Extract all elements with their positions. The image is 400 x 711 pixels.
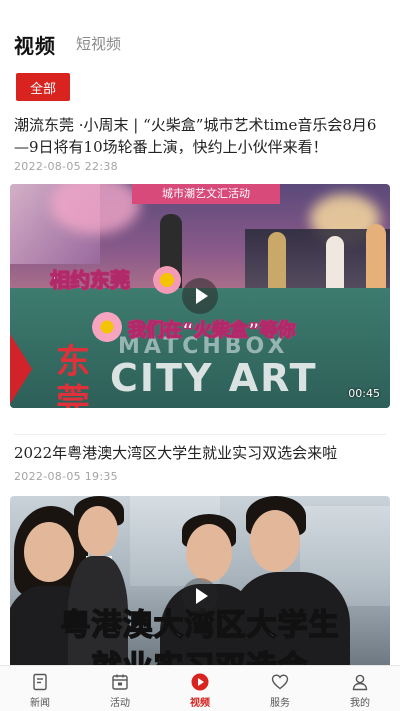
city-art-text: CITY ART: [110, 356, 318, 400]
calendar-icon: [112, 674, 128, 690]
overlay-line-1: 相约东莞: [50, 268, 131, 293]
nav-video[interactable]: 视频: [160, 666, 240, 711]
tab-video[interactable]: 视频: [14, 30, 56, 59]
top-tab-bar: 视频 短视频: [0, 0, 400, 80]
news-icon: [33, 673, 47, 691]
tab-short-video[interactable]: 短视频: [76, 33, 121, 54]
nav-label: 新闻: [30, 698, 50, 709]
play-icon: [191, 673, 209, 691]
card-date: 2022-08-05 22:38: [14, 160, 118, 173]
person-head: [78, 506, 118, 556]
video-duration: 00:45: [348, 387, 380, 400]
person-head: [186, 524, 232, 582]
nav-label: 活动: [110, 698, 130, 709]
play-icon: [195, 288, 208, 304]
video-caption-line-2: 就业实习双选会: [10, 642, 390, 665]
nav-label: 视频: [190, 698, 210, 709]
play-button[interactable]: [182, 578, 218, 614]
overlay-big-char: 莞: [56, 382, 90, 408]
video-thumbnail[interactable]: 粤港澳大湾区大学生 就业实习双选会: [10, 496, 390, 665]
nav-mine[interactable]: 我的: [320, 666, 400, 711]
user-icon: [352, 674, 368, 691]
card-title[interactable]: 潮流东莞 ·小周末 | “火柴盒”城市艺术time音乐会8月6—9日将有10场轮…: [14, 114, 386, 158]
nav-activity[interactable]: 活动: [80, 666, 160, 711]
play-icon: [195, 588, 208, 604]
flower-sticker: [92, 312, 122, 342]
bottom-nav: 新闻 活动 视频 服务 我的: [0, 665, 400, 711]
video-thumbnail[interactable]: 城市潮艺文汇活动 MATCHBOX CITY ART 相约东莞 我们在“火柴盒”…: [10, 184, 390, 408]
heart-icon: [271, 674, 289, 690]
nav-service[interactable]: 服务: [240, 666, 320, 711]
flower-sticker: [153, 266, 181, 294]
person-head: [24, 522, 74, 582]
feed-card[interactable]: 潮流东莞 ·小周末 | “火柴盒”城市艺术time音乐会8月6—9日将有10场轮…: [0, 110, 400, 436]
video-feed[interactable]: 潮流东莞 ·小周末 | “火柴盒”城市艺术time音乐会8月6—9日将有10场轮…: [0, 110, 400, 665]
nav-label: 服务: [270, 698, 290, 709]
overlay-line-2: 我们在“火柴盒”等你: [128, 320, 297, 342]
nav-news[interactable]: 新闻: [0, 666, 80, 711]
card-title[interactable]: 2022年粤港澳大湾区大学生就业实习双选会来啦: [14, 442, 386, 464]
feed-card[interactable]: 2022年粤港澳大湾区大学生就业实习双选会来啦 2022-08-05 19:35…: [0, 436, 400, 665]
divider: [14, 434, 386, 435]
filter-chip-all[interactable]: 全部: [16, 73, 70, 101]
event-banner: 城市潮艺文汇活动: [132, 184, 280, 204]
person-head: [250, 510, 300, 572]
nav-label: 我的: [350, 698, 370, 709]
play-button[interactable]: [182, 278, 218, 314]
card-date: 2022-08-05 19:35: [14, 470, 118, 483]
